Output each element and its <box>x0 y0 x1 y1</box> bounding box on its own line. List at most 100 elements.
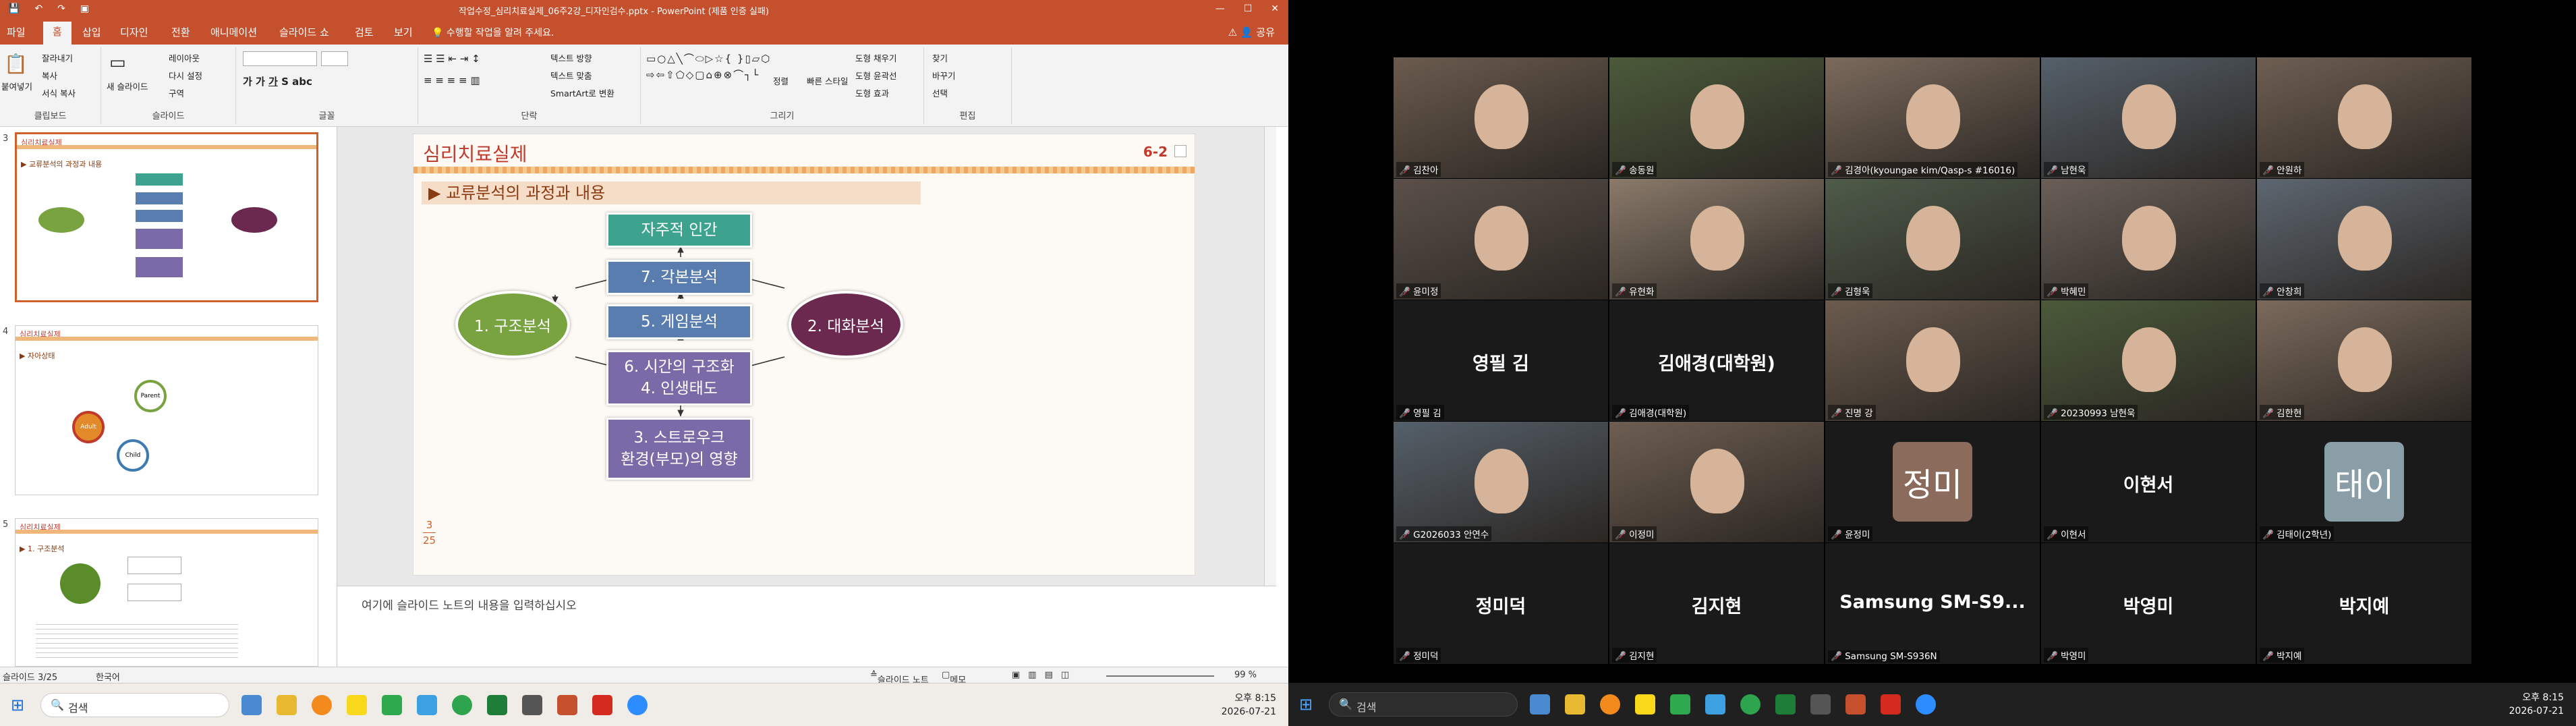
powerpoint-icon[interactable] <box>1845 694 1866 715</box>
participant-tile[interactable]: 영필 김 🎤̸ 영필 김 <box>1394 300 1608 421</box>
slide-thumbnail-4[interactable]: 심리치료실제 ▶ 자아상태 Parent Adult Child <box>15 325 318 495</box>
bold-icon[interactable]: 가 가 가 S abc <box>243 74 312 88</box>
participant-tile[interactable]: 🎤̸ 송동원 <box>1609 57 1824 178</box>
tab-review[interactable]: 검토 <box>355 25 374 39</box>
shape-effects-button[interactable]: 도형 효과 <box>855 86 889 99</box>
slide-thumbnail-5[interactable]: 심리치료실제 ▶ 1. 구조분석 <box>15 518 318 667</box>
kakaotalk-icon[interactable] <box>1635 694 1655 715</box>
participant-tile[interactable]: 박영미 🎤̸ 박영미 <box>2041 543 2256 664</box>
participant-tile[interactable]: 🎤̸ 김형욱 <box>1825 179 2040 300</box>
bullets-icon[interactable]: ☰ ☰ ⇤ ⇥ ↕ <box>424 53 480 65</box>
participant-tile[interactable]: 정미덕 🎤̸ 정미덕 <box>1394 543 1608 664</box>
app-icon[interactable] <box>522 695 542 715</box>
copy-button[interactable]: 복사 <box>42 69 57 82</box>
snipping-icon[interactable] <box>417 695 437 715</box>
file-explorer-icon[interactable] <box>277 695 297 715</box>
select-button[interactable]: 선택 <box>932 86 948 99</box>
participant-tile[interactable]: 🎤̸ 안원하 <box>2257 57 2471 178</box>
box-stroke-environment[interactable]: 3. 스트로우크 환경(부모)의 영향 <box>606 418 752 480</box>
shapes-gallery-row2[interactable]: ⇨⇦⇧⬠◇▢⌂⊕⊗⌒┐└ <box>646 67 760 82</box>
pdf-icon[interactable] <box>592 695 612 715</box>
box-game-analysis[interactable]: 5. 게임분석 <box>606 304 752 339</box>
vertical-scrollbar[interactable] <box>1264 127 1276 586</box>
taskbar-search[interactable]: 🔍 검색 <box>40 693 229 717</box>
windows-start-icon[interactable]: ⊞ <box>1299 695 1313 714</box>
participant-tile[interactable]: 🎤̸ 박혜민 <box>2041 179 2256 300</box>
tell-me-search[interactable]: 💡 수행할 작업을 알려 주세요. <box>432 26 554 39</box>
close-icon[interactable]: ✕ <box>1271 3 1279 14</box>
participant-tile[interactable]: Samsung SM-S9... 🎤̸ Samsung SM-S936N <box>1825 543 2040 664</box>
snipping-icon[interactable] <box>1705 694 1725 715</box>
participant-tile[interactable]: 🎤̸ G2026033 안연수 <box>1394 422 1608 542</box>
arrange-button[interactable]: 정렬 <box>773 74 789 87</box>
windows-start-icon[interactable]: ⊞ <box>11 696 24 715</box>
app-icon[interactable] <box>312 695 332 715</box>
participant-tile[interactable]: 박지예 🎤̸ 박지예 <box>2257 543 2471 664</box>
app-icon[interactable] <box>1810 694 1831 715</box>
participant-tile[interactable]: 🎤̸ 20230993 남현욱 <box>2041 300 2256 421</box>
participant-tile[interactable]: 🎤̸ 김찬아 <box>1394 57 1608 178</box>
shapes-gallery[interactable]: ▭○△╲⌒⬭▷☆{ }▯▱⬡ <box>646 51 771 65</box>
section-button[interactable]: 구역 <box>169 86 184 99</box>
tab-transitions[interactable]: 전환 <box>171 25 190 39</box>
participant-tile[interactable]: 🎤̸ 진명 강 <box>1825 300 2040 421</box>
hancom-icon[interactable] <box>1670 694 1690 715</box>
kakaotalk-icon[interactable] <box>347 695 367 715</box>
tab-design[interactable]: 디자인 <box>120 25 148 39</box>
shape-outline-button[interactable]: 도형 윤곽선 <box>855 69 896 82</box>
zoom-icon[interactable] <box>1916 694 1936 715</box>
app-icon[interactable] <box>1600 694 1620 715</box>
zoom-slider[interactable] <box>1106 675 1214 677</box>
participant-tile[interactable]: 🎤̸ 김한현 <box>2257 300 2471 421</box>
taskbar-clock[interactable]: 오후 8:15 2026-07-21 <box>1222 692 1276 719</box>
paste-icon[interactable]: 📋 <box>4 53 28 75</box>
participant-tile[interactable]: 태이 🎤̸ 김태이(2학년) <box>2257 422 2471 542</box>
slide-thumbnail-3[interactable]: 심리치료실제 ▶ 교류분석의 과정과 내용 <box>15 132 318 302</box>
save-icon[interactable]: 💾 <box>8 3 20 14</box>
redo-icon[interactable]: ↷ <box>57 3 65 14</box>
undo-icon[interactable]: ↶ <box>34 3 42 14</box>
replace-button[interactable]: 바꾸기 <box>932 69 956 82</box>
slide-thumbnail-pane[interactable]: 3 심리치료실제 ▶ 교류분석의 과정과 내용 4 심리치료실제 ▶ 자아상태 … <box>0 127 337 667</box>
view-buttons[interactable]: ▣▥▤◫ <box>1012 670 1077 680</box>
box-autonomous-person[interactable]: 자주적 인간 <box>606 213 752 248</box>
tab-file[interactable]: 파일 <box>7 25 26 39</box>
ellipse-dialogue-analysis[interactable]: 2. 대화분석 <box>789 291 903 358</box>
participant-tile[interactable]: 이현서 🎤̸ 이현서 <box>2041 422 2256 542</box>
tab-view[interactable]: 보기 <box>394 25 413 39</box>
pdf-icon[interactable] <box>1881 694 1901 715</box>
paste-button[interactable]: 붙여넣기 <box>1 80 32 92</box>
text-direction-button[interactable]: 텍스트 방향 <box>550 51 592 64</box>
tab-home[interactable]: 홈 <box>43 22 71 45</box>
taskbar-clock[interactable]: 오후 8:15 2026-07-21 <box>2509 691 2564 718</box>
quick-styles-button[interactable]: 빠른 스타일 <box>807 74 848 87</box>
task-view-icon[interactable] <box>1530 694 1550 715</box>
smartart-button[interactable]: SmartArt로 변환 <box>550 86 614 99</box>
participant-tile[interactable]: 김지현 🎤̸ 김지현 <box>1609 543 1824 664</box>
box-time-structuring[interactable]: 6. 시간의 구조화 4. 인생태도 <box>606 350 752 406</box>
participant-tile[interactable]: 🎤̸ 윤미정 <box>1394 179 1608 300</box>
participant-tile[interactable]: 🎤̸ 남현욱 <box>2041 57 2256 178</box>
hancom-icon[interactable] <box>382 695 402 715</box>
box-script-analysis[interactable]: 7. 각본분석 <box>606 260 752 295</box>
format-painter-button[interactable]: 서식 복사 <box>42 86 76 99</box>
cut-button[interactable]: 잘라내기 <box>42 51 73 64</box>
zoom-icon[interactable] <box>627 695 648 715</box>
participant-tile[interactable]: 🎤̸ 유현화 <box>1609 179 1824 300</box>
align-icon[interactable]: ≡ ≡ ≡ ≡ ▥ <box>424 74 480 86</box>
shape-fill-button[interactable]: 도형 채우기 <box>855 51 896 64</box>
powerpoint-icon[interactable] <box>557 695 577 715</box>
comments-toggle[interactable]: ▢ 메모 <box>942 670 966 686</box>
taskbar-search[interactable]: 🔍 검색 <box>1329 692 1518 717</box>
chrome-icon[interactable] <box>1740 694 1761 715</box>
maximize-icon[interactable]: ☐ <box>1244 3 1253 14</box>
align-text-button[interactable]: 텍스트 맞춤 <box>550 69 592 82</box>
zoom-level[interactable]: 99 % <box>1234 670 1257 680</box>
new-slide-button[interactable]: 새 슬라이드 <box>107 80 148 92</box>
excel-icon[interactable] <box>487 695 507 715</box>
font-size-box[interactable] <box>321 51 348 66</box>
participant-tile[interactable]: 🎤̸ 안창희 <box>2257 179 2471 300</box>
tab-animations[interactable]: 애니메이션 <box>210 25 257 39</box>
share-button[interactable]: ⚠ 👤 공유 <box>1228 25 1275 39</box>
language[interactable]: 한국어 <box>96 670 120 683</box>
